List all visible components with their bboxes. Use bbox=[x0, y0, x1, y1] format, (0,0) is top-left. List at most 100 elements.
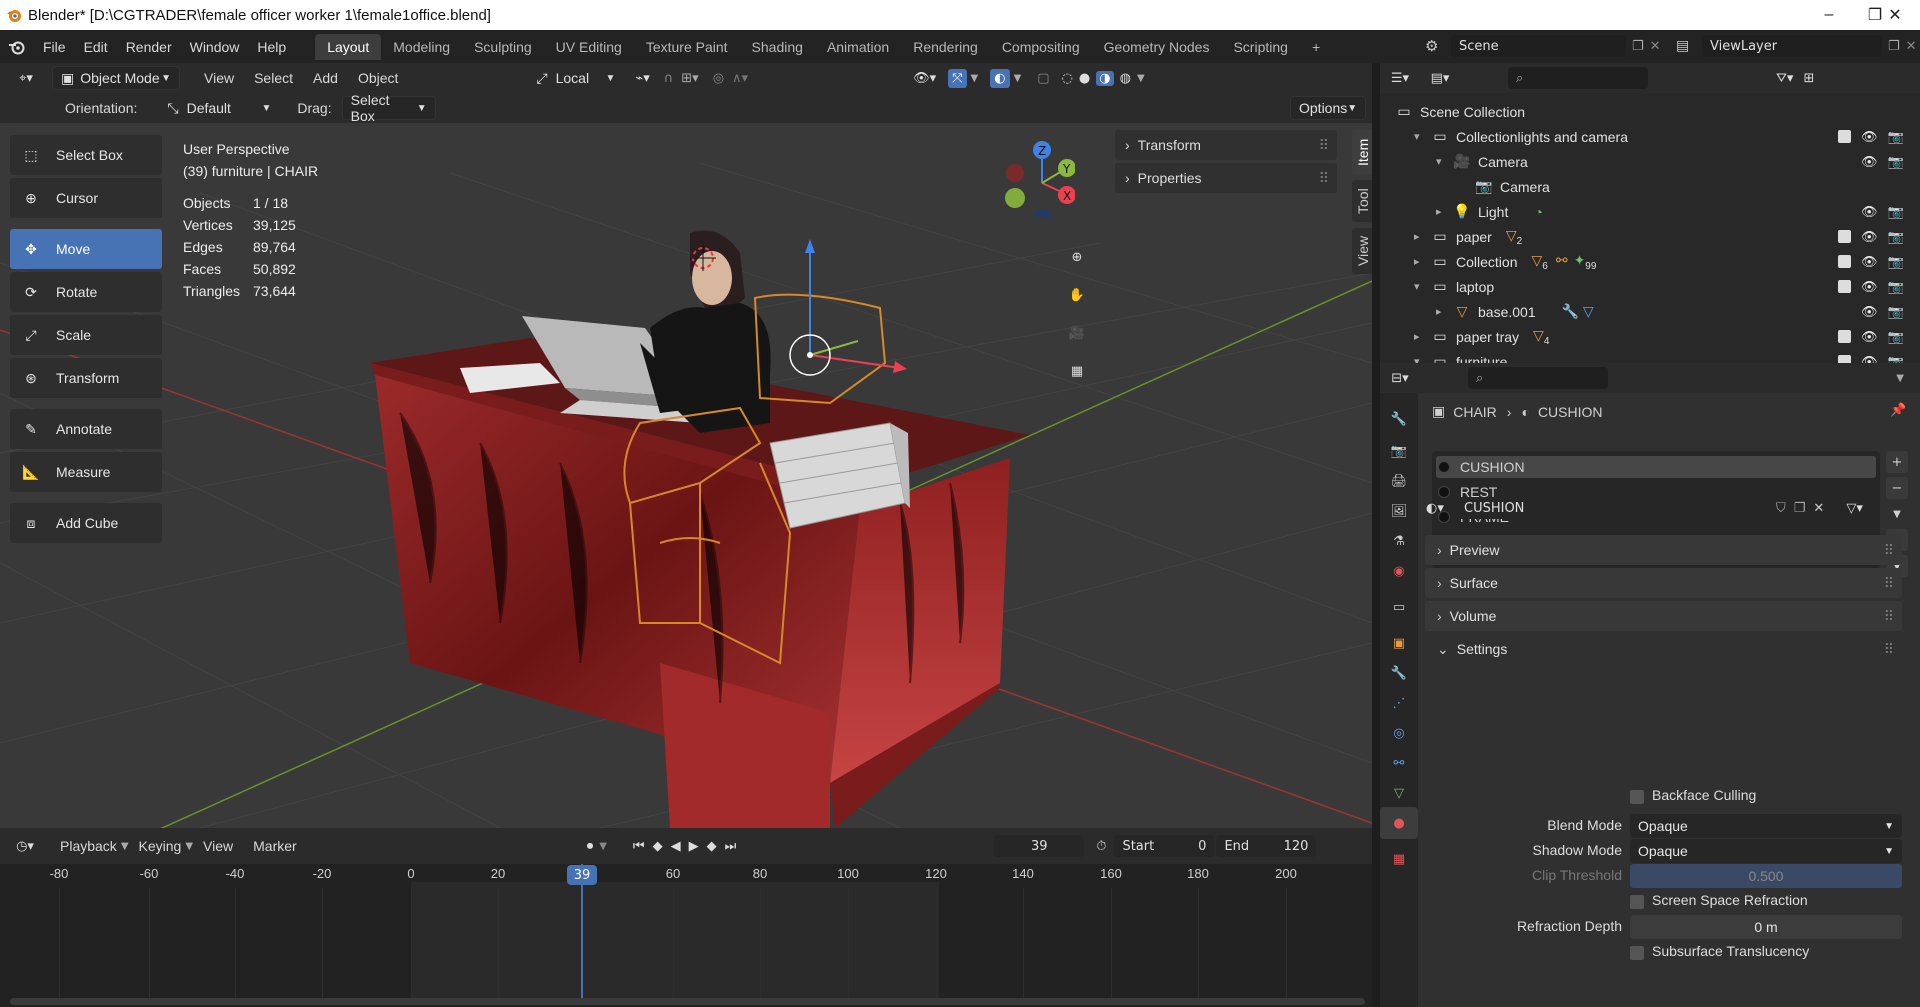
outliner-search-input[interactable]: ⌕ bbox=[1508, 67, 1648, 89]
shadow-mode-dropdown[interactable]: Opaque ▼ bbox=[1630, 839, 1902, 863]
blend-mode-dropdown[interactable]: Opaque ▼ bbox=[1630, 814, 1902, 838]
jump-end-icon[interactable]: ⏭ bbox=[725, 839, 737, 854]
mode-dropdown[interactable]: ▣ Object Mode ▼ bbox=[52, 66, 180, 90]
tab-uv-editing[interactable]: UV Editing bbox=[544, 34, 634, 60]
visibility-eye-icon[interactable]: 👁 bbox=[1861, 254, 1878, 270]
menu-marker[interactable]: Marker bbox=[243, 838, 307, 854]
refraction-depth-field[interactable]: 0 m bbox=[1630, 915, 1902, 939]
blender-menu-icon[interactable] bbox=[0, 39, 34, 55]
exclude-checkbox[interactable] bbox=[1838, 255, 1851, 268]
next-keyframe-icon[interactable]: ◆ bbox=[707, 839, 717, 854]
panel-surface[interactable]: › Surface ⠿ bbox=[1425, 568, 1902, 598]
tab-view[interactable]: View bbox=[1352, 228, 1372, 274]
menu-keying[interactable]: Keying bbox=[129, 838, 192, 854]
falloff-icon[interactable]: ∧▾ bbox=[732, 71, 748, 86]
current-frame-field[interactable]: 39 bbox=[994, 835, 1085, 857]
solid-shading-icon[interactable]: ● bbox=[1079, 71, 1090, 86]
minimize-button[interactable]: – bbox=[1806, 0, 1852, 30]
disclosure-triangle-icon[interactable]: ▸ bbox=[1436, 205, 1450, 218]
play-icon[interactable]: ▶ bbox=[689, 839, 699, 854]
view-layer-selector[interactable]: ▤ ViewLayer ❐ ✕ bbox=[1676, 35, 1917, 57]
material-preview-icon[interactable]: ◑ bbox=[1096, 70, 1114, 86]
duplicate-material-icon[interactable]: ❐ bbox=[1794, 501, 1806, 516]
zoom-icon[interactable]: ⊕ bbox=[1063, 243, 1091, 271]
outliner-row[interactable]: ▸ ▽ base.001 🔧 ▽ 👁 📷 bbox=[1380, 299, 1920, 324]
start-frame-field[interactable]: Start 0 bbox=[1114, 835, 1215, 857]
menu-file[interactable]: File bbox=[34, 39, 75, 55]
outliner-row[interactable]: ▾ ▭ laptop 👁 📷 bbox=[1380, 274, 1920, 299]
proportional-edit-icon[interactable]: ◎ bbox=[713, 71, 724, 86]
render-camera-icon[interactable]: 📷 bbox=[1888, 304, 1904, 320]
drag-handle-icon[interactable]: ⠿ bbox=[1319, 170, 1329, 187]
visibility-eye-icon[interactable]: 👁 bbox=[1861, 154, 1878, 170]
tab-layout[interactable]: Layout bbox=[315, 33, 382, 60]
panel-transform[interactable]: › Transform ⠿ bbox=[1115, 130, 1337, 160]
visibility-eye-icon[interactable]: 👁 bbox=[1861, 204, 1878, 220]
snap-increment-icon[interactable]: ⊞▾ bbox=[681, 71, 698, 86]
exclude-checkbox[interactable] bbox=[1838, 230, 1851, 243]
render-camera-icon[interactable]: 📷 bbox=[1888, 229, 1904, 245]
link-mode-icon[interactable]: ▽▾ bbox=[1846, 501, 1863, 516]
render-camera-icon[interactable]: 📷 bbox=[1888, 154, 1904, 170]
outliner-row[interactable]: ▸ 💡 Light ◔ 👁 📷 bbox=[1380, 199, 1920, 224]
visibility-eye-icon[interactable]: 👁 bbox=[1861, 304, 1878, 320]
female-character-model[interactable] bbox=[640, 230, 771, 434]
material-browse-icon[interactable]: ◐▾ bbox=[1426, 501, 1456, 516]
render-camera-icon[interactable]: 📷 bbox=[1888, 279, 1904, 295]
tab-shading[interactable]: Shading bbox=[740, 34, 815, 60]
menu-edit[interactable]: Edit bbox=[75, 39, 117, 55]
menu-timeline-view[interactable]: View bbox=[193, 838, 243, 854]
menu-object[interactable]: Object bbox=[348, 70, 408, 86]
disclosure-triangle-icon[interactable]: ▾ bbox=[1414, 280, 1428, 293]
tab-tool[interactable]: Tool bbox=[1352, 180, 1372, 222]
menu-render[interactable]: Render bbox=[117, 39, 181, 55]
play-reverse-icon[interactable]: ◀ bbox=[671, 839, 681, 854]
record-dropdown-icon[interactable]: ▼ bbox=[599, 841, 607, 852]
subsurface-translucency-checkbox[interactable] bbox=[1630, 946, 1644, 960]
prev-keyframe-icon[interactable]: ◆ bbox=[653, 839, 663, 854]
screen-space-refraction-checkbox[interactable] bbox=[1630, 895, 1644, 909]
xray-toggle-icon[interactable]: ▢ bbox=[1037, 71, 1049, 86]
timeline-scrollbar[interactable] bbox=[10, 998, 1365, 1005]
outliner-row[interactable]: ▸ ▭ paper ▽2 👁 📷 bbox=[1380, 224, 1920, 249]
disclosure-triangle-icon[interactable]: ▸ bbox=[1436, 305, 1450, 318]
drag-dropdown[interactable]: Select Box ▼ bbox=[341, 92, 436, 124]
material-name-field[interactable]: CUSHION bbox=[1456, 497, 1766, 519]
visibility-eye-icon[interactable]: 👁 bbox=[1861, 329, 1878, 345]
view-layer-name-field[interactable]: ViewLayer bbox=[1702, 35, 1882, 57]
scene-selector[interactable]: ⚙ Scene ❐ ✕ bbox=[1425, 35, 1661, 57]
close-button[interactable]: ✕ bbox=[1872, 0, 1918, 30]
pan-hand-icon[interactable]: ✋ bbox=[1063, 281, 1091, 309]
rendered-shading-icon[interactable]: ◍ bbox=[1120, 71, 1131, 86]
exclude-checkbox[interactable] bbox=[1838, 280, 1851, 293]
snap-icon[interactable]: ⌁▾ bbox=[635, 71, 649, 86]
outliner-row[interactable]: ▭ Scene Collection bbox=[1380, 99, 1920, 124]
tool-add-cube[interactable]: ⧈ Add Cube bbox=[10, 503, 162, 543]
tool-scale[interactable]: ⤢ Scale bbox=[10, 315, 162, 355]
3d-viewport[interactable]: ⌖▾ ▣ Object Mode ▼ View Select Add Objec… bbox=[0, 63, 1372, 828]
drag-handle-icon[interactable]: ⠿ bbox=[1884, 542, 1894, 559]
tool-move[interactable]: ✥ Move bbox=[10, 229, 162, 269]
scene-name-field[interactable]: Scene bbox=[1451, 35, 1626, 57]
navigation-gizmo[interactable]: Z X Y bbox=[995, 138, 1076, 227]
snap-magnet-icon[interactable]: ∩ bbox=[664, 71, 674, 86]
visibility-eye-icon[interactable]: 👁 bbox=[1861, 129, 1878, 145]
outliner-row[interactable]: ▾ 🎥 Camera 👁 📷 bbox=[1380, 149, 1920, 174]
record-icon[interactable]: ⏺ bbox=[587, 839, 594, 854]
outliner-editor-type-icon[interactable]: ☰▾ bbox=[1380, 71, 1420, 86]
wireframe-shading-icon[interactable]: ◌ bbox=[1062, 71, 1073, 86]
tool-measure[interactable]: 📐 Measure bbox=[10, 452, 162, 492]
scene-copy-icon[interactable]: ❐ bbox=[1632, 39, 1644, 54]
render-camera-icon[interactable]: 📷 bbox=[1888, 129, 1904, 145]
timeline-area[interactable]: -80 -60 -40 -20 0 20 60 80 100 120 140 160 180 200 39 bbox=[0, 864, 1372, 1007]
tool-select-box[interactable]: ⬚ Select Box bbox=[10, 135, 162, 175]
exclude-checkbox[interactable] bbox=[1838, 330, 1851, 343]
tool-transform[interactable]: ⊛ Transform bbox=[10, 358, 162, 398]
playhead-frame-label[interactable]: 39 bbox=[567, 865, 597, 885]
panel-properties[interactable]: › Properties ⠿ bbox=[1115, 163, 1337, 193]
backface-culling-checkbox[interactable] bbox=[1630, 790, 1644, 804]
overlay-dropdown-icon[interactable]: ▼ bbox=[1014, 73, 1022, 84]
menu-view[interactable]: View bbox=[194, 70, 244, 86]
orientation-dropdown[interactable]: ⤡ Default ▼ bbox=[159, 96, 280, 120]
ortho-toggle-icon[interactable]: ▦ bbox=[1063, 357, 1091, 385]
